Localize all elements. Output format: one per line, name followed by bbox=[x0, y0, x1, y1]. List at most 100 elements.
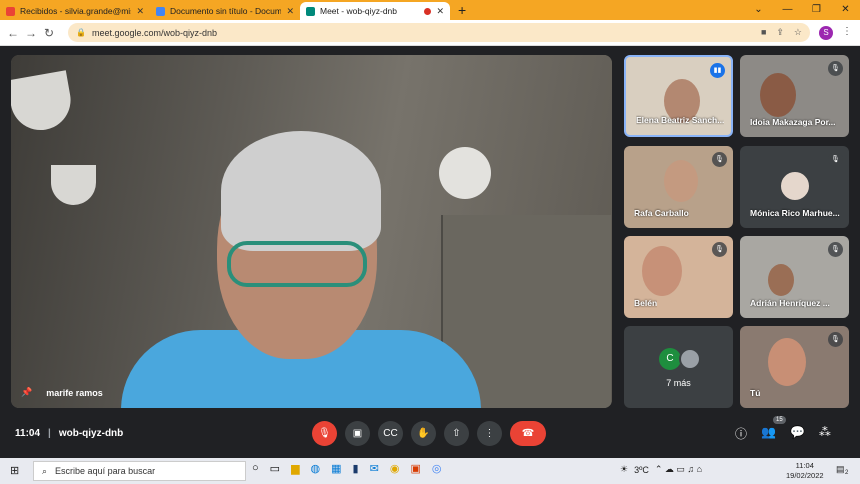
notification-count: 2 bbox=[845, 470, 849, 476]
more-participants-tile[interactable]: C 7 más bbox=[624, 326, 733, 408]
taskbar-apps: ○ ▭ ▆ ◍ ▦ ▮ ✉ ◉ ▣ ◎ bbox=[252, 462, 441, 475]
mic-off-icon: 🎙 bbox=[828, 61, 843, 76]
new-tab-button[interactable]: + bbox=[450, 2, 474, 20]
main-video: 📌 marife ramos bbox=[11, 55, 612, 408]
url-text: meet.google.com/wob-qiyz-dnb bbox=[91, 27, 218, 38]
side-controls: ⓘ 👥 💬 ⁂ bbox=[735, 425, 831, 442]
participant-name: Adrián Henríquez ... bbox=[750, 298, 830, 308]
participant-tile[interactable]: ▮▮ Elena Beatriz Sanch... bbox=[624, 55, 733, 137]
search-placeholder: Escribe aquí para buscar bbox=[55, 466, 156, 476]
tab-meet[interactable]: Meet - wob-qiyz-dnb ✕ bbox=[300, 2, 450, 20]
participant-tile[interactable]: 🎙 Belén bbox=[624, 236, 733, 318]
mic-off-icon: 🎙 bbox=[828, 242, 843, 257]
close-window-button[interactable]: ✕ bbox=[831, 0, 860, 20]
meeting-info: 11:04 | wob-qiyz-dnb bbox=[15, 428, 123, 439]
main-speaker-label: 📌 marife ramos bbox=[21, 387, 103, 398]
more-options-button[interactable]: ⋮ bbox=[477, 421, 502, 446]
participant-video bbox=[768, 338, 806, 386]
close-icon[interactable]: ✕ bbox=[136, 6, 144, 17]
taskbar-search[interactable]: ⌕ Escribe aquí para buscar bbox=[33, 461, 246, 481]
tab-title: Meet - wob-qiyz-dnb bbox=[320, 6, 398, 16]
separator: | bbox=[48, 428, 51, 439]
info-icon[interactable]: ⓘ bbox=[735, 425, 747, 442]
participant-tile[interactable]: 🎙 Adrián Henríquez ... bbox=[740, 236, 849, 318]
store-icon[interactable]: ▦ bbox=[331, 462, 341, 475]
meeting-controls-bar: 11:04 | wob-qiyz-dnb 🎙 ▣ CC ✋ ⇧ ⋮ ☎ 15 ⓘ… bbox=[0, 413, 860, 458]
weather-temp: 3ºC bbox=[634, 464, 649, 475]
camera-icon[interactable]: ■ bbox=[761, 27, 766, 38]
close-icon[interactable]: ✕ bbox=[286, 6, 294, 17]
tab-gmail[interactable]: Recibidos - silvia.grande@misev ✕ bbox=[0, 2, 150, 20]
end-call-button[interactable]: ☎ bbox=[510, 421, 546, 446]
gmail-icon bbox=[6, 6, 15, 16]
participants-badge: 15 bbox=[773, 416, 786, 424]
url-field[interactable]: 🔒 meet.google.com/wob-qiyz-dnb ■ ⇪ ☆ bbox=[68, 23, 810, 42]
participant-video bbox=[227, 241, 367, 287]
app-icon[interactable]: ▮ bbox=[353, 462, 359, 475]
chrome-canary-icon[interactable]: ◉ bbox=[390, 462, 400, 475]
edge-icon[interactable]: ◍ bbox=[311, 462, 321, 475]
participant-tile[interactable]: 🎙 Rafa Carballo bbox=[624, 146, 733, 228]
system-tray: ☀ 3ºC ⌃ ☁ ▭ ♫ ⌂ bbox=[620, 464, 702, 475]
profile-avatar[interactable]: S bbox=[819, 26, 833, 40]
share-icon[interactable]: ⇪ bbox=[776, 27, 784, 38]
taskbar-clock[interactable]: 11:04 19/02/2022 bbox=[786, 461, 824, 481]
os-taskbar: ⊞ ⌕ Escribe aquí para buscar ○ ▭ ▆ ◍ ▦ ▮… bbox=[0, 458, 860, 484]
bookmark-star-icon[interactable]: ☆ bbox=[794, 27, 802, 38]
lock-icon: 🔒 bbox=[76, 28, 86, 37]
raise-hand-button[interactable]: ✋ bbox=[411, 421, 436, 446]
captions-button[interactable]: CC bbox=[378, 421, 403, 446]
cortana-icon[interactable]: ○ bbox=[252, 462, 259, 475]
self-tile[interactable]: 🎙 Tú bbox=[740, 326, 849, 408]
participant-video bbox=[760, 73, 796, 117]
forward-button[interactable]: → bbox=[22, 26, 40, 40]
mail-icon[interactable]: ✉ bbox=[370, 462, 379, 475]
office-icon[interactable]: ▣ bbox=[410, 462, 420, 475]
participant-video bbox=[642, 246, 682, 296]
mic-off-icon: 🎙 bbox=[828, 152, 843, 167]
tray-icons[interactable]: ⌃ ☁ ▭ ♫ ⌂ bbox=[655, 464, 702, 475]
weather-icon: ☀ bbox=[620, 464, 629, 474]
main-speaker-name: marife ramos bbox=[46, 387, 103, 398]
browser-menu-icon[interactable]: ⋮ bbox=[842, 26, 852, 37]
search-icon: ⌕ bbox=[42, 465, 48, 476]
file-explorer-icon[interactable]: ▆ bbox=[291, 462, 299, 475]
participant-name: Mónica Rico Marhue... bbox=[750, 208, 840, 218]
people-icon[interactable]: 👥 bbox=[761, 425, 776, 442]
participant-video bbox=[664, 160, 698, 202]
camera-toggle-button[interactable]: ▣ bbox=[345, 421, 370, 446]
minimize-button[interactable]: — bbox=[773, 0, 802, 20]
participant-name: Belén bbox=[634, 298, 658, 308]
mic-off-icon: 🎙 bbox=[712, 152, 727, 167]
notification-icon[interactable]: ▤ bbox=[836, 464, 845, 475]
mic-off-icon: 🎙 bbox=[712, 242, 727, 257]
participant-video bbox=[768, 264, 794, 296]
mic-off-icon: 🎙 bbox=[828, 332, 843, 347]
back-button[interactable]: ← bbox=[4, 26, 22, 40]
address-bar-row: ← → ↻ 🔒 meet.google.com/wob-qiyz-dnb ■ ⇪… bbox=[0, 20, 860, 46]
more-count: 7 más bbox=[666, 378, 691, 388]
participant-avatar: C bbox=[659, 348, 681, 370]
activities-icon[interactable]: ⁂ bbox=[819, 425, 831, 442]
task-view-icon[interactable]: ▭ bbox=[270, 462, 280, 475]
tab-strip: Recibidos - silvia.grande@misev ✕ Docume… bbox=[0, 0, 860, 20]
mic-toggle-button[interactable]: 🎙 bbox=[312, 421, 337, 446]
windows-start-icon[interactable]: ⊞ bbox=[10, 464, 19, 477]
reload-button[interactable]: ↻ bbox=[40, 26, 58, 40]
clock-time: 11:04 bbox=[795, 461, 814, 470]
restore-button[interactable]: ❐ bbox=[802, 0, 831, 20]
recording-icon bbox=[424, 7, 432, 15]
call-controls: 🎙 ▣ CC ✋ ⇧ ⋮ ☎ bbox=[312, 421, 546, 446]
chevron-down-icon[interactable]: ⌄ bbox=[744, 0, 773, 20]
chrome-icon[interactable]: ◎ bbox=[432, 462, 442, 475]
participant-name: Tú bbox=[750, 388, 761, 398]
pin-icon[interactable]: 📌 bbox=[21, 387, 32, 398]
participant-tile[interactable]: 🎙 Mónica Rico Marhue... bbox=[740, 146, 849, 228]
participant-avatar bbox=[679, 348, 701, 370]
participant-tile[interactable]: 🎙 Idoia Makazaga Por... bbox=[740, 55, 849, 137]
chat-icon[interactable]: 💬 bbox=[790, 425, 805, 442]
meet-icon bbox=[306, 6, 315, 16]
tab-docs[interactable]: Documento sin título - Documen ✕ bbox=[150, 2, 300, 20]
close-icon[interactable]: ✕ bbox=[436, 6, 444, 17]
present-screen-button[interactable]: ⇧ bbox=[444, 421, 469, 446]
